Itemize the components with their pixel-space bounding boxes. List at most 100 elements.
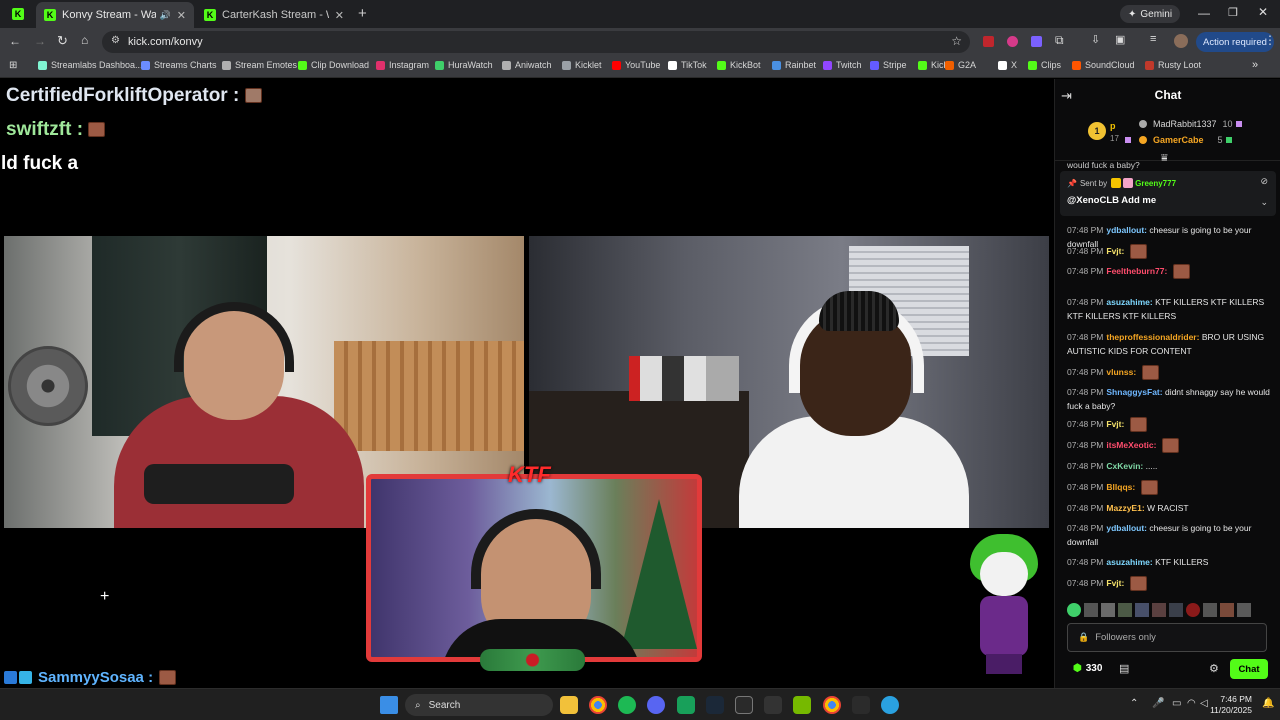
- file-explorer-icon[interactable]: [560, 696, 578, 714]
- expand-chevron-icon[interactable]: ⌄: [1260, 197, 1268, 208]
- unpin-icon[interactable]: ⊘: [1260, 176, 1268, 187]
- close-tab-icon[interactable]: ✕: [335, 9, 344, 22]
- pinned-message[interactable]: 📌 Sent by Greeny777 ⊘ @XenoCLB Add me ⌄: [1060, 171, 1276, 216]
- chat-message[interactable]: 07:48 PM Feeltheburn77:: [1067, 264, 1271, 280]
- bookmark-star-icon[interactable]: ☆: [951, 34, 962, 48]
- message-username[interactable]: Bllqqs:: [1106, 482, 1135, 492]
- emote-icon[interactable]: [1169, 603, 1183, 617]
- bookmark-item[interactable]: TikTok: [668, 60, 707, 70]
- bookmark-item[interactable]: Streams Charts: [141, 60, 217, 70]
- message-username[interactable]: theproffessionaldrider:: [1106, 332, 1199, 342]
- emote-icon[interactable]: [1237, 603, 1251, 617]
- bookmark-item[interactable]: Rusty Loot: [1145, 60, 1201, 70]
- bookmark-item[interactable]: Clips: [1028, 60, 1061, 70]
- chrome-icon-2[interactable]: [823, 696, 841, 714]
- downloads-icon[interactable]: ⇩: [1091, 33, 1100, 46]
- message-username[interactable]: Fvjt:: [1106, 578, 1124, 588]
- extension-icon-pink[interactable]: [1007, 36, 1018, 47]
- chat-message[interactable]: 07:48 PM Fvjt:: [1067, 417, 1271, 433]
- chat-message[interactable]: 07:48 PM ydballout: cheesur is going to b…: [1067, 521, 1271, 549]
- bookmark-item[interactable]: G2A: [945, 60, 976, 70]
- bookmark-item[interactable]: Aniwatch: [502, 60, 552, 70]
- wifi-icon[interactable]: ◠: [1187, 698, 1196, 709]
- taskbar-search[interactable]: ⌕ Search: [405, 694, 553, 716]
- reload-icon[interactable]: ↻: [57, 33, 68, 49]
- bookmark-item[interactable]: Kicklet: [562, 60, 602, 70]
- extensions-puzzle-icon[interactable]: ⧉: [1055, 33, 1064, 48]
- site-info-icon[interactable]: ⚙: [111, 35, 120, 46]
- emote-icon[interactable]: [1084, 603, 1098, 617]
- more-menu-icon[interactable]: ⋮: [1264, 33, 1276, 47]
- message-username[interactable]: asuzahime:: [1106, 557, 1152, 567]
- chat-message[interactable]: 07:48 PM asuzahime: KTF KILLERS: [1067, 555, 1271, 569]
- emote-icon[interactable]: [1067, 603, 1081, 617]
- speaker-icon[interactable]: 🔊: [160, 10, 171, 21]
- tab-menu-icon[interactable]: ≡: [1150, 33, 1156, 45]
- chat-message[interactable]: 07:48 PM Fvjt:: [1067, 244, 1271, 260]
- epic-games-icon[interactable]: [735, 696, 753, 714]
- bookmark-item[interactable]: Stream Emotes: [222, 60, 297, 70]
- store-icon[interactable]: ▤: [1119, 662, 1129, 675]
- emote-icon[interactable]: [1186, 603, 1200, 617]
- emote-icon[interactable]: [1101, 603, 1115, 617]
- leaderboard-entry[interactable]: MadRabbit1337 10: [1139, 119, 1279, 129]
- bookmark-item[interactable]: SoundCloud: [1072, 60, 1135, 70]
- audio-app-icon[interactable]: [852, 696, 870, 714]
- chat-message[interactable]: 07:48 PM asuzahime: KTF KILLERS KTF KILLE…: [1067, 295, 1271, 323]
- emote-icon[interactable]: [1203, 603, 1217, 617]
- leaderboard-top-user[interactable]: p: [1110, 121, 1116, 131]
- points-display[interactable]: ⬢ 330: [1073, 663, 1102, 674]
- chat-message[interactable]: 07:48 PM ShnaggysFat: didnt shnaggy say h…: [1067, 385, 1271, 413]
- clock[interactable]: 7:46 PM 11/20/2025: [1206, 694, 1252, 716]
- home-icon[interactable]: ⌂: [81, 33, 88, 47]
- windows-start-icon[interactable]: [380, 696, 398, 714]
- settings-gear-icon[interactable]: ⚙: [1209, 662, 1219, 675]
- telegram-icon[interactable]: [881, 696, 899, 714]
- bookmark-item[interactable]: Stripe: [870, 60, 907, 70]
- chat-message[interactable]: 07:48 PM vlunss:: [1067, 365, 1271, 381]
- microphone-tray-icon[interactable]: 🎤: [1152, 698, 1164, 709]
- message-username[interactable]: MazzyE1:: [1106, 503, 1144, 513]
- message-username[interactable]: Feeltheburn77:: [1106, 266, 1167, 276]
- message-username[interactable]: ShnaggysFat:: [1106, 387, 1162, 397]
- steam-icon[interactable]: [706, 696, 724, 714]
- bookmark-item[interactable]: Streamlabs Dashboa...: [38, 60, 143, 70]
- restore-icon[interactable]: ❐: [1228, 6, 1238, 19]
- chat-message[interactable]: 07:48 PM MazzyE1: W RACIST: [1067, 501, 1271, 515]
- chat-message[interactable]: 07:48 PM Bllqqs:: [1067, 480, 1271, 496]
- bookmark-item[interactable]: HuraWatch: [435, 60, 493, 70]
- emote-icon[interactable]: [1220, 603, 1234, 617]
- close-window-icon[interactable]: ✕: [1258, 5, 1268, 19]
- bookmark-item[interactable]: Clip Download: [298, 60, 369, 70]
- nvidia-icon[interactable]: [793, 696, 811, 714]
- leaderboard-entry[interactable]: GamerCabe 5: [1139, 135, 1279, 145]
- chat-message[interactable]: 07:48 PM CxKevin: .....: [1067, 459, 1271, 473]
- bookmark-item[interactable]: Kick: [918, 60, 948, 70]
- apps-grid-icon[interactable]: ⊞: [9, 60, 17, 71]
- new-tab-button[interactable]: +: [358, 5, 367, 22]
- message-username[interactable]: Fvjt:: [1106, 419, 1124, 429]
- extension-icon-red[interactable]: [983, 36, 994, 47]
- bookmark-item[interactable]: Twitch: [823, 60, 862, 70]
- extension-icon-purple[interactable]: [1031, 36, 1042, 47]
- emote-icon[interactable]: [1135, 603, 1149, 617]
- split-view-icon[interactable]: ▣: [1115, 33, 1125, 46]
- address-bar[interactable]: ⚙ kick.com/konvy ☆: [102, 31, 970, 53]
- bookmark-item[interactable]: KickBot: [717, 60, 761, 70]
- bookmark-item[interactable]: Rainbet: [772, 60, 816, 70]
- message-username[interactable]: CxKevin:: [1106, 461, 1143, 471]
- filter-icon[interactable]: ⩸: [1161, 152, 1168, 165]
- chat-message[interactable]: 07:48 PM itsMeXeotic:: [1067, 438, 1271, 454]
- bookmark-item[interactable]: X: [998, 60, 1017, 70]
- emote-icon[interactable]: [1118, 603, 1132, 617]
- tab-konvy[interactable]: K Konvy Stream - Watch Live 🔊 ✕: [36, 2, 194, 28]
- message-username[interactable]: ydballout:: [1106, 225, 1147, 235]
- discord-icon[interactable]: [647, 696, 665, 714]
- forward-arrow-icon[interactable]: →: [34, 34, 46, 48]
- chat-input[interactable]: 🔒 Followers only: [1067, 623, 1267, 652]
- bookmark-item[interactable]: Instagram: [376, 60, 429, 70]
- message-username[interactable]: asuzahime:: [1106, 297, 1152, 307]
- gemini-button[interactable]: ✦ Gemini: [1120, 5, 1181, 23]
- close-tab-icon[interactable]: ✕: [177, 9, 186, 22]
- bookmark-item[interactable]: YouTube: [612, 60, 660, 70]
